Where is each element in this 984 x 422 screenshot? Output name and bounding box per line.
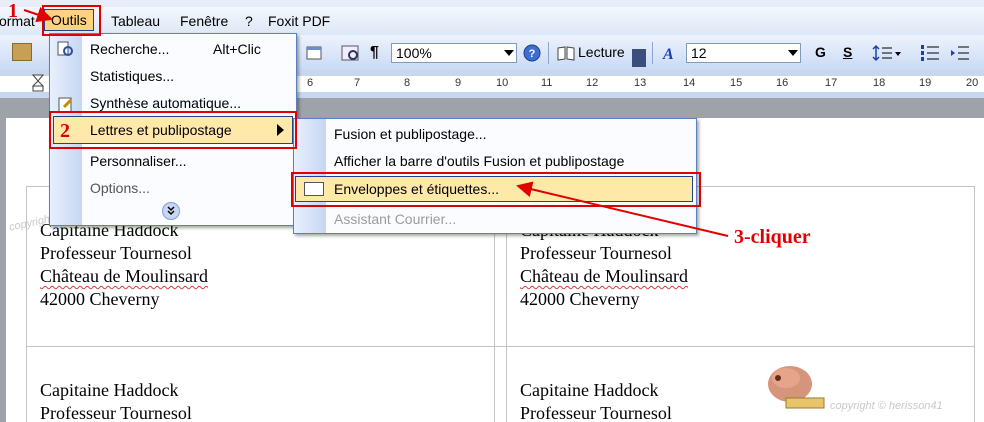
arrow-3 (516, 181, 729, 237)
word-window: ormat Outils Tableau Fenêtre ? Foxit PDF… (0, 0, 984, 422)
arrow-1 (23, 6, 53, 23)
annotation-arrows (23, 6, 729, 237)
